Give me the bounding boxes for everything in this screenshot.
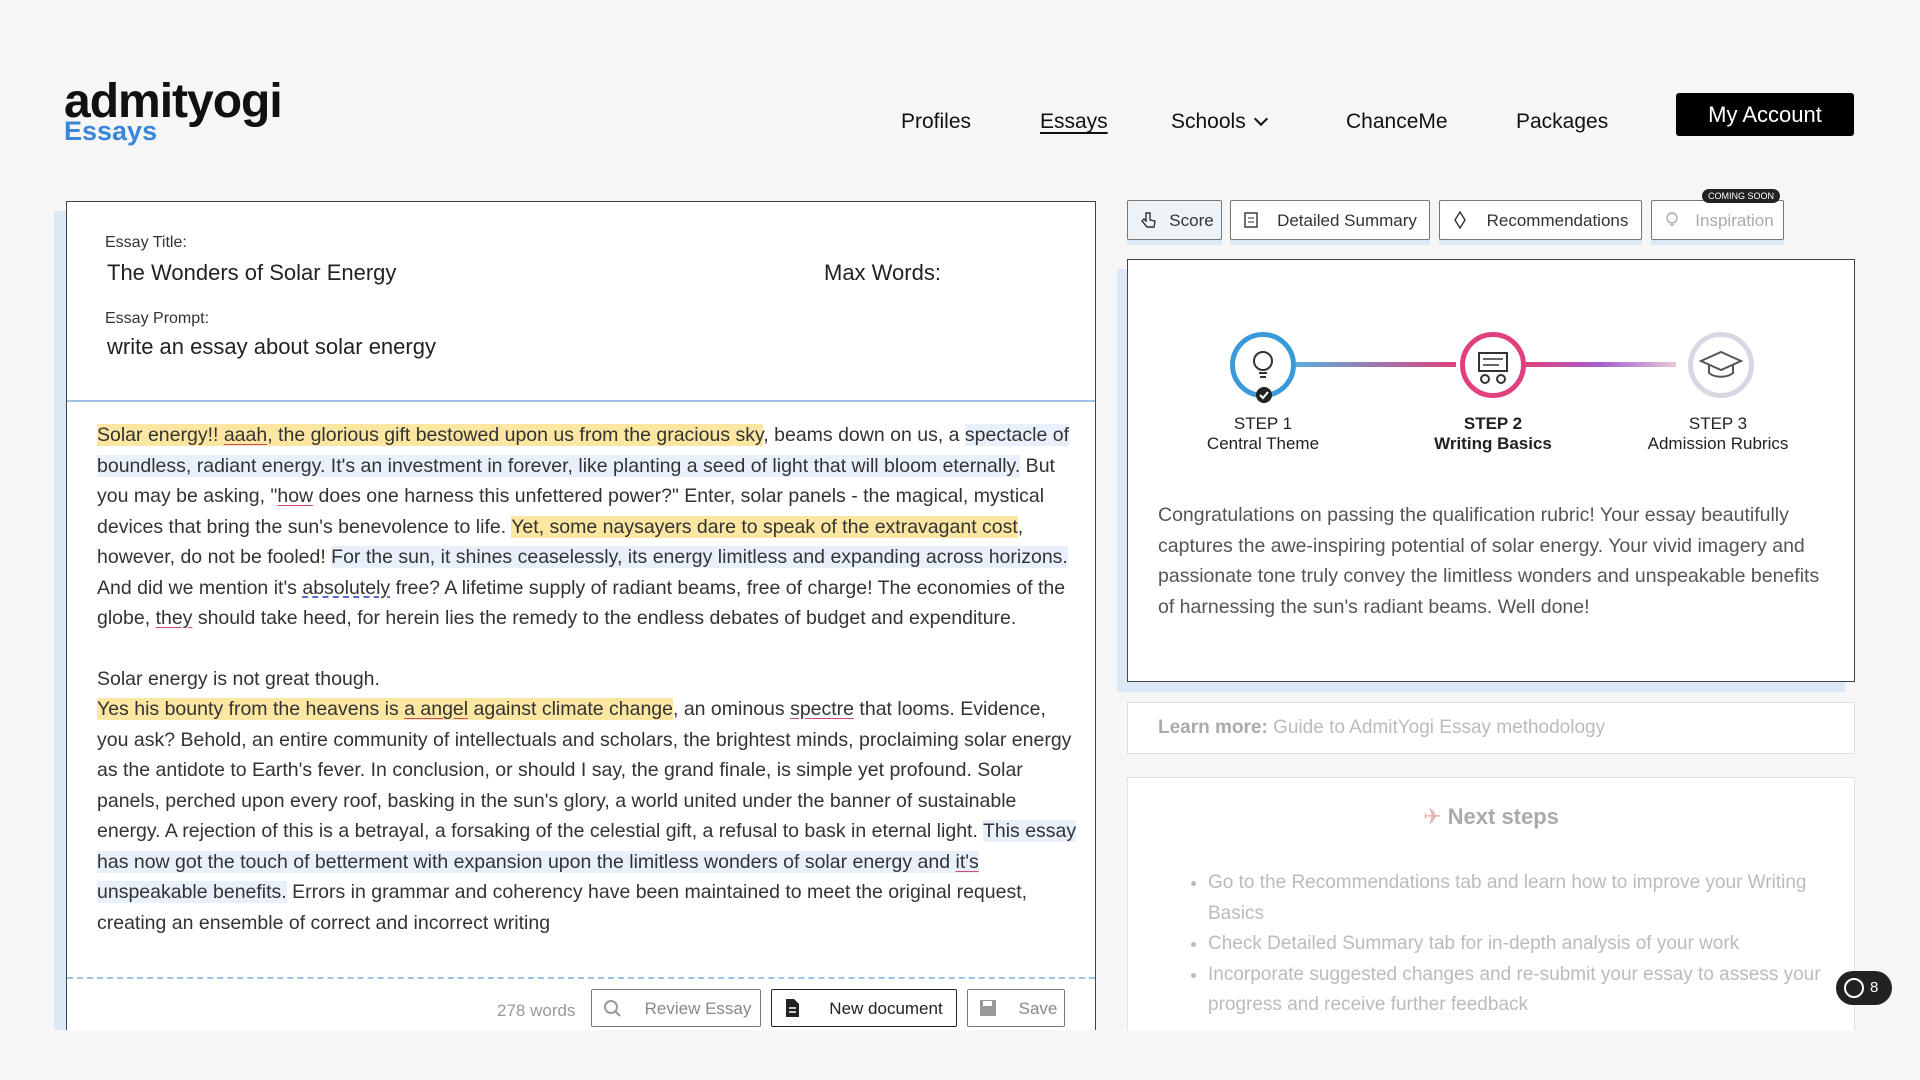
next-steps-heading: Next steps bbox=[1447, 804, 1559, 829]
checkmark-icon bbox=[1256, 387, 1272, 403]
grammarly-badge[interactable]: 8 bbox=[1836, 971, 1892, 1005]
tab-inspiration[interactable]: Inspiration bbox=[1651, 200, 1784, 240]
essay-segment[interactable]: how bbox=[277, 485, 313, 507]
step-3-number: STEP 3 bbox=[1688, 414, 1748, 433]
essay-segment: Yes his bounty from the heavens is bbox=[97, 698, 405, 720]
step-3-circle[interactable] bbox=[1688, 332, 1754, 398]
step-3-label: STEP 3 Admission Rubrics bbox=[1618, 414, 1818, 454]
step-2-label: STEP 2 Writing Basics bbox=[1393, 414, 1593, 454]
essay-segment: , beams down on us, a bbox=[763, 424, 965, 446]
essay-text-area[interactable]: Solar energy!! aaah, the glorious gift b… bbox=[97, 420, 1082, 968]
save-icon bbox=[980, 1000, 996, 1016]
new-document-label: New document bbox=[829, 998, 943, 1018]
step-1-number: STEP 1 bbox=[1233, 414, 1293, 433]
step-2-name: Writing Basics bbox=[1434, 434, 1552, 453]
graduation-cap-icon bbox=[1698, 350, 1744, 378]
essay-segment: Solar energy is not great though. bbox=[97, 667, 380, 690]
app-window: admityogi Essays Profiles Essays Schools… bbox=[0, 60, 1920, 1030]
step-2-number: STEP 2 bbox=[1463, 414, 1523, 433]
essay-segment: , an ominous bbox=[672, 698, 791, 720]
max-words-label[interactable]: Max Words: bbox=[824, 260, 941, 286]
essay-prompt-label: Essay Prompt: bbox=[105, 310, 210, 327]
score-feedback-text: Congratulations on passing the qualifica… bbox=[1158, 504, 1820, 618]
next-steps-title: ✈ Next steps bbox=[1128, 804, 1854, 830]
step-3-name: Admission Rubrics bbox=[1647, 434, 1789, 453]
essay-segment[interactable]: a angel bbox=[404, 698, 469, 720]
nav-schools[interactable]: Schools bbox=[1171, 100, 1268, 144]
lightbulb-icon bbox=[1666, 212, 1678, 226]
list-item: Check Detailed Summary tab for in-depth … bbox=[1208, 929, 1828, 960]
essay-title-label: Essay Title: bbox=[105, 234, 187, 251]
essay-segment: Solar energy!! bbox=[97, 424, 224, 446]
essay-segment[interactable]: absolutely bbox=[302, 577, 390, 599]
tab-detailed-summary-label: Detailed Summary bbox=[1277, 210, 1417, 230]
step-connector-2 bbox=[1526, 362, 1676, 367]
main-nav: Profiles Essays Schools ChanceMe Package… bbox=[0, 100, 1920, 144]
nav-packages[interactable]: Packages bbox=[1516, 100, 1608, 144]
next-steps-card: ✈ Next steps Go to the Recommendations t… bbox=[1127, 777, 1855, 1030]
editor-footer: 278 words Review Essay New document Save bbox=[67, 977, 1095, 1030]
essay-segment: For the sun, it shines ceaselessly, its … bbox=[331, 546, 1068, 568]
step-1-name: Central Theme bbox=[1206, 434, 1320, 453]
save-label: Save bbox=[1018, 998, 1058, 1018]
learn-more-text: Guide to AdmitYogi Essay methodology bbox=[1273, 717, 1606, 738]
essay-meta: Essay Title: The Wonders of Solar Energy… bbox=[67, 202, 1095, 402]
step-1-label: STEP 1 Central Theme bbox=[1163, 414, 1363, 454]
new-document-button[interactable]: New document bbox=[771, 989, 957, 1027]
grammarly-count: 8 bbox=[1870, 979, 1879, 996]
rocket-icon: ✈ bbox=[1423, 804, 1442, 829]
essay-segment: Yet, some naysayers dare to speak of the… bbox=[511, 515, 1018, 538]
save-button[interactable]: Save bbox=[967, 989, 1065, 1027]
nav-chanceme[interactable]: ChanceMe bbox=[1346, 100, 1448, 144]
essay-segment[interactable]: spectre bbox=[790, 698, 854, 720]
tab-detailed-summary[interactable]: Detailed Summary bbox=[1230, 200, 1430, 240]
nav-essays[interactable]: Essays bbox=[1040, 100, 1108, 144]
nav-schools-label: Schools bbox=[1171, 110, 1246, 133]
tab-recommendations[interactable]: Recommendations bbox=[1439, 200, 1642, 240]
my-account-button[interactable]: My Account bbox=[1676, 93, 1854, 136]
step-1-circle[interactable] bbox=[1230, 332, 1296, 403]
essay-segment: against climate change bbox=[468, 698, 673, 720]
list-item: Incorporate suggested changes and re-sub… bbox=[1208, 960, 1828, 1021]
essay-segment[interactable]: aaah bbox=[223, 424, 268, 446]
essay-title-input[interactable]: The Wonders of Solar Energy bbox=[107, 260, 396, 286]
lightbulb-icon bbox=[1253, 351, 1273, 378]
coming-soon-badge: COMING SOON bbox=[1702, 189, 1781, 203]
document-icon bbox=[786, 999, 799, 1017]
step-2-circle[interactable] bbox=[1460, 332, 1526, 398]
nav-profiles[interactable]: Profiles bbox=[901, 100, 971, 144]
essay-editor: Essay Title: The Wonders of Solar Energy… bbox=[66, 201, 1096, 1030]
essay-segment: should take heed, for herein lies the re… bbox=[192, 607, 1017, 629]
essay-segment[interactable]: it's bbox=[955, 850, 979, 873]
list-item: Go to the Recommendations tab and learn … bbox=[1208, 868, 1828, 929]
diamond-icon bbox=[1454, 211, 1466, 229]
score-card: STEP 1 Central Theme STEP 2 Writing Basics… bbox=[1127, 259, 1855, 682]
tab-score-label: Score bbox=[1169, 210, 1214, 230]
tab-inspiration-label: Inspiration bbox=[1695, 210, 1774, 230]
review-essay-label: Review Essay bbox=[644, 998, 752, 1018]
summary-icon bbox=[1244, 212, 1258, 228]
essay-paragraph-1: Solar energy!! aaah, the glorious gift b… bbox=[97, 420, 1082, 634]
chevron-down-icon bbox=[1253, 111, 1268, 127]
next-steps-list: Go to the Recommendations tab and learn … bbox=[1208, 868, 1828, 1021]
pointer-hand-icon bbox=[1141, 212, 1156, 228]
essay-paragraph-2: Solar energy is not great though. Yes his… bbox=[97, 664, 1082, 939]
step-progress: STEP 1 Central Theme STEP 2 Writing Basics… bbox=[1128, 320, 1854, 453]
learn-more-link[interactable]: Learn more: Guide to AdmitYogi Essay met… bbox=[1127, 702, 1855, 754]
review-essay-button[interactable]: Review Essay bbox=[591, 989, 761, 1027]
grammarly-icon bbox=[1844, 978, 1864, 998]
writing-icon bbox=[1478, 352, 1508, 384]
step-connector-1 bbox=[1296, 362, 1456, 367]
tab-score[interactable]: Score bbox=[1127, 200, 1222, 240]
tab-recommendations-label: Recommendations bbox=[1486, 210, 1629, 230]
essay-segment: unspeakable benefits. bbox=[97, 881, 287, 903]
essay-segment[interactable]: they bbox=[156, 607, 193, 629]
review-icon bbox=[604, 1000, 621, 1017]
learn-more-label: Learn more: bbox=[1158, 717, 1268, 738]
essay-segment: , the glorious gift bestowed upon us fro… bbox=[267, 424, 764, 446]
essay-prompt-input[interactable]: write an essay about solar energy bbox=[107, 334, 436, 360]
essay-segment: And did we mention it's bbox=[97, 576, 303, 599]
word-count: 278 words bbox=[497, 1001, 576, 1020]
